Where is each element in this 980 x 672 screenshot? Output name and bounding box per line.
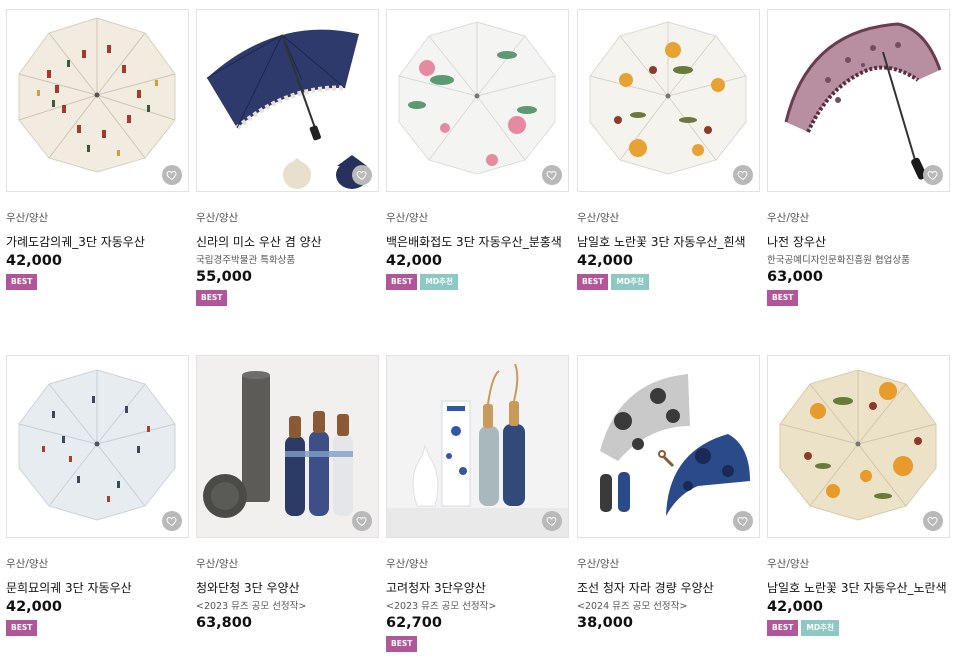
product-card[interactable]: 우산/양산 청와단청 3단 우양산 <2023 뮤즈 공모 선정작> 63,80… bbox=[196, 355, 379, 633]
product-image[interactable] bbox=[386, 355, 569, 538]
product-badges: BEST bbox=[6, 620, 189, 636]
product-price: 42,000 bbox=[767, 599, 823, 615]
product-category: 우산/양산 bbox=[767, 558, 810, 570]
product-name[interactable]: 문희묘의궤 3단 자동우산 bbox=[6, 579, 189, 595]
product-grid: 우산/양산 가례도감의궤_3단 자동우산 42,000 BEST 우산/양산 신… bbox=[0, 0, 980, 672]
product-badges: BEST bbox=[6, 274, 189, 290]
md-pick-badge: MD추천 bbox=[611, 274, 649, 290]
product-category: 우산/양산 bbox=[6, 558, 49, 570]
wishlist-heart-icon[interactable] bbox=[733, 165, 753, 185]
product-category: 우산/양산 bbox=[767, 212, 810, 224]
wishlist-heart-icon[interactable] bbox=[162, 511, 182, 531]
wishlist-heart-icon[interactable] bbox=[352, 165, 372, 185]
best-badge: BEST bbox=[196, 290, 228, 306]
product-card[interactable]: 우산/양산 남일호 노란꽃 3단 자동우산_노란색 42,000 BEST MD… bbox=[767, 355, 950, 636]
product-price: 63,800 bbox=[196, 615, 252, 631]
wishlist-heart-icon[interactable] bbox=[923, 511, 943, 531]
product-price: 42,000 bbox=[386, 253, 442, 269]
product-image[interactable] bbox=[767, 355, 950, 538]
product-category: 우산/양산 bbox=[196, 212, 239, 224]
umbrella-image bbox=[784, 22, 942, 180]
md-pick-badge: MD추천 bbox=[420, 274, 458, 290]
umbrella-image bbox=[779, 369, 937, 521]
product-name[interactable]: 신라의 미소 우산 겸 양산 bbox=[196, 233, 379, 249]
wishlist-heart-icon[interactable] bbox=[733, 511, 753, 531]
product-category: 우산/양산 bbox=[386, 558, 429, 570]
product-price: 38,000 bbox=[577, 615, 633, 631]
product-image[interactable] bbox=[196, 9, 379, 192]
product-card[interactable]: 우산/양산 남일호 노란꽃 3단 자동우산_흰색 42,000 BEST MD추… bbox=[577, 9, 760, 290]
product-card[interactable]: 우산/양산 백은배화접도 3단 자동우산_분홍색 42,000 BEST MD추… bbox=[386, 9, 569, 290]
product-image[interactable] bbox=[577, 355, 760, 538]
md-pick-badge: MD추천 bbox=[801, 620, 839, 636]
product-card[interactable]: 우산/양산 문희묘의궤 3단 자동우산 42,000 BEST bbox=[6, 355, 189, 636]
product-subtitle: <2023 뮤즈 공모 선정작> bbox=[386, 601, 497, 612]
wishlist-heart-icon[interactable] bbox=[352, 511, 372, 531]
product-badges: BEST MD추천 bbox=[386, 274, 569, 290]
product-badges: BEST MD추천 bbox=[577, 274, 760, 290]
product-name[interactable]: 조선 청자 자라 경량 우양산 bbox=[577, 579, 760, 595]
product-card[interactable]: 우산/양산 고려청자 3단우양산 <2023 뮤즈 공모 선정작> 62,700… bbox=[386, 355, 569, 652]
product-image[interactable] bbox=[767, 9, 950, 192]
wishlist-heart-icon[interactable] bbox=[923, 165, 943, 185]
best-badge: BEST bbox=[767, 290, 799, 306]
product-category: 우산/양산 bbox=[577, 558, 620, 570]
product-category: 우산/양산 bbox=[386, 212, 429, 224]
product-image[interactable] bbox=[6, 355, 189, 538]
product-name[interactable]: 백은배화접도 3단 자동우산_분홍색 bbox=[386, 233, 569, 249]
product-badges: BEST MD추천 bbox=[767, 620, 950, 636]
umbrella-image bbox=[197, 356, 378, 537]
product-badges: BEST bbox=[386, 636, 569, 652]
wishlist-heart-icon[interactable] bbox=[162, 165, 182, 185]
product-price: 42,000 bbox=[577, 253, 633, 269]
product-name[interactable]: 가례도감의궤_3단 자동우산 bbox=[6, 233, 189, 249]
product-name[interactable]: 고려청자 3단우양산 bbox=[386, 579, 569, 595]
product-category: 우산/양산 bbox=[196, 558, 239, 570]
product-name[interactable]: 남일호 노란꽃 3단 자동우산_노란색 bbox=[767, 579, 950, 595]
umbrella-image bbox=[387, 356, 568, 537]
product-price: 42,000 bbox=[6, 599, 62, 615]
product-price: 62,700 bbox=[386, 615, 442, 631]
product-price: 55,000 bbox=[196, 269, 252, 285]
umbrella-image bbox=[18, 17, 176, 173]
product-badges: BEST bbox=[767, 290, 950, 306]
product-name[interactable]: 나전 장우산 bbox=[767, 233, 950, 249]
product-category: 우산/양산 bbox=[577, 212, 620, 224]
product-name[interactable]: 남일호 노란꽃 3단 자동우산_흰색 bbox=[577, 233, 760, 249]
product-price: 42,000 bbox=[6, 253, 62, 269]
best-badge: BEST bbox=[386, 636, 418, 652]
product-image[interactable] bbox=[577, 9, 760, 192]
umbrella-image bbox=[589, 21, 747, 175]
best-badge: BEST bbox=[6, 274, 38, 290]
product-badges: BEST bbox=[196, 290, 379, 306]
product-subtitle: <2023 뮤즈 공모 선정작> bbox=[196, 601, 307, 612]
product-card[interactable]: 우산/양산 조선 청자 자라 경량 우양산 <2024 뮤즈 공모 선정작> 3… bbox=[577, 355, 760, 633]
product-subtitle: 국립경주박물관 특화상품 bbox=[196, 255, 296, 266]
best-badge: BEST bbox=[767, 620, 799, 636]
best-badge: BEST bbox=[6, 620, 38, 636]
umbrella-image bbox=[206, 29, 368, 189]
product-card[interactable]: 우산/양산 신라의 미소 우산 겸 양산 국립경주박물관 특화상품 55,000… bbox=[196, 9, 379, 306]
product-price: 63,000 bbox=[767, 269, 823, 285]
umbrella-image bbox=[18, 369, 176, 521]
product-image[interactable] bbox=[196, 355, 379, 538]
product-image[interactable] bbox=[386, 9, 569, 192]
product-subtitle: <2024 뮤즈 공모 선정작> bbox=[577, 601, 688, 612]
product-name[interactable]: 청와단청 3단 우양산 bbox=[196, 579, 379, 595]
best-badge: BEST bbox=[386, 274, 418, 290]
product-category: 우산/양산 bbox=[6, 212, 49, 224]
wishlist-heart-icon[interactable] bbox=[542, 165, 562, 185]
product-subtitle: 한국공예디자인문화진흥원 협업상품 bbox=[767, 255, 910, 266]
wishlist-heart-icon[interactable] bbox=[542, 511, 562, 531]
umbrella-image bbox=[398, 21, 556, 175]
umbrella-image bbox=[600, 374, 750, 516]
product-card[interactable]: 우산/양산 가례도감의궤_3단 자동우산 42,000 BEST bbox=[6, 9, 189, 290]
product-card[interactable]: 우산/양산 나전 장우산 한국공예디자인문화진흥원 협업상품 63,000 BE… bbox=[767, 9, 950, 306]
best-badge: BEST bbox=[577, 274, 609, 290]
product-image[interactable] bbox=[6, 9, 189, 192]
